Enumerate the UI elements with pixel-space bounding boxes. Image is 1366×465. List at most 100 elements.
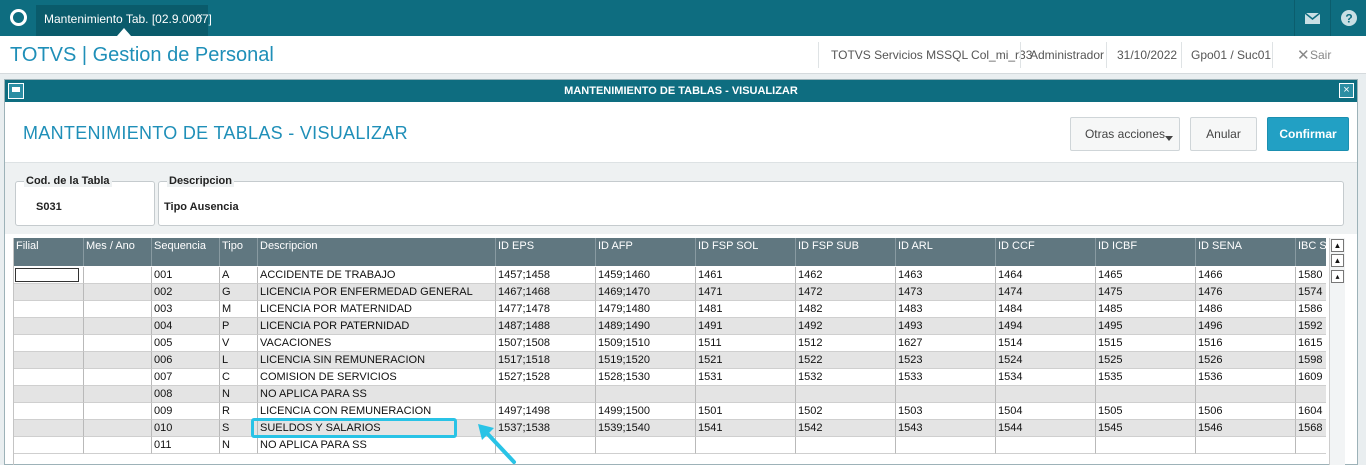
- table-row[interactable]: 011 N NO APLICA PARA SS: [14, 437, 1326, 454]
- cell-id-sena[interactable]: 1476: [1196, 284, 1296, 301]
- cell-mes-ano[interactable]: [84, 420, 152, 437]
- cell-id-icbf[interactable]: 1505: [1096, 403, 1196, 420]
- cell-id-arl[interactable]: 1483: [896, 301, 996, 318]
- cell-filial[interactable]: [14, 335, 84, 352]
- cell-id-ccf[interactable]: 1484: [996, 301, 1096, 318]
- cell-id-fsp-sub[interactable]: [796, 437, 896, 454]
- column-header-descripcion[interactable]: Descripcion: [258, 238, 496, 266]
- cell-id-icbf[interactable]: [1096, 437, 1196, 454]
- cell-tipo[interactable]: P: [220, 318, 258, 335]
- column-header-id-icbf[interactable]: ID ICBF: [1096, 238, 1196, 266]
- cell-descripcion[interactable]: NO APLICA PARA SS: [258, 437, 496, 454]
- cell-id-arl[interactable]: 1493: [896, 318, 996, 335]
- cell-filial[interactable]: [14, 420, 84, 437]
- cell-id-ccf[interactable]: 1474: [996, 284, 1096, 301]
- cell-id-afp[interactable]: 1499;1500: [596, 403, 696, 420]
- cell-id-sena[interactable]: [1196, 386, 1296, 403]
- column-header-tipo[interactable]: Tipo: [220, 238, 258, 266]
- cell-id-fsp-sol[interactable]: 1471: [696, 284, 796, 301]
- cell-id-afp[interactable]: [596, 437, 696, 454]
- cell-id-fsp-sub[interactable]: 1532: [796, 369, 896, 386]
- cell-id-eps[interactable]: 1527;1528: [496, 369, 596, 386]
- cell-filial[interactable]: [14, 301, 84, 318]
- cell-ibc-sena[interactable]: 1615: [1296, 335, 1326, 352]
- window-close-icon[interactable]: ×: [1339, 83, 1354, 98]
- column-header-id-sena[interactable]: ID SENA: [1196, 238, 1296, 266]
- table-row[interactable]: 008 N NO APLICA PARA SS: [14, 386, 1326, 403]
- cell-id-icbf[interactable]: 1535: [1096, 369, 1196, 386]
- cell-id-arl[interactable]: [896, 437, 996, 454]
- cell-id-icbf[interactable]: 1545: [1096, 420, 1196, 437]
- cell-ibc-sena[interactable]: 1609: [1296, 369, 1326, 386]
- cell-ibc-sena[interactable]: 1598: [1296, 352, 1326, 369]
- cell-tipo[interactable]: G: [220, 284, 258, 301]
- anular-button[interactable]: Anular: [1190, 117, 1257, 151]
- cell-descripcion[interactable]: LICENCIA SIN REMUNERACION: [258, 352, 496, 369]
- cell-id-ccf[interactable]: 1544: [996, 420, 1096, 437]
- cell-id-fsp-sol[interactable]: 1481: [696, 301, 796, 318]
- table-row[interactable]: 002 G LICENCIA POR ENFERMEDAD GENERAL 1467;…: [14, 284, 1326, 301]
- cell-id-arl[interactable]: [896, 386, 996, 403]
- column-header-id-fsp-sub[interactable]: ID FSP SUB: [796, 238, 896, 266]
- cell-sequencia[interactable]: 006: [152, 352, 220, 369]
- cell-id-sena[interactable]: 1536: [1196, 369, 1296, 386]
- totvs-logo-icon[interactable]: [10, 9, 27, 26]
- column-header-id-eps[interactable]: ID EPS: [496, 238, 596, 266]
- cell-id-sena[interactable]: 1506: [1196, 403, 1296, 420]
- scroll-page-up-icon[interactable]: ▲: [1331, 254, 1344, 267]
- cell-mes-ano[interactable]: [84, 301, 152, 318]
- cell-id-sena[interactable]: [1196, 437, 1296, 454]
- cell-id-ccf[interactable]: 1494: [996, 318, 1096, 335]
- cell-id-fsp-sol[interactable]: 1491: [696, 318, 796, 335]
- cell-mes-ano[interactable]: [84, 386, 152, 403]
- cell-id-afp[interactable]: 1539;1540: [596, 420, 696, 437]
- cell-id-fsp-sol[interactable]: 1541: [696, 420, 796, 437]
- cell-sequencia[interactable]: 010: [152, 420, 220, 437]
- cell-mes-ano[interactable]: [84, 267, 152, 284]
- cell-sequencia[interactable]: 004: [152, 318, 220, 335]
- cell-ibc-sena[interactable]: 1568: [1296, 420, 1326, 437]
- cell-sequencia[interactable]: 005: [152, 335, 220, 352]
- scroll-top-icon[interactable]: ▲: [1331, 239, 1344, 252]
- tab-close-icon[interactable]: ×: [197, 11, 203, 23]
- cell-id-icbf[interactable]: [1096, 386, 1196, 403]
- window-icon[interactable]: [8, 83, 24, 99]
- cell-ibc-sena[interactable]: [1296, 437, 1326, 454]
- cell-id-ccf[interactable]: [996, 437, 1096, 454]
- cell-id-icbf[interactable]: 1475: [1096, 284, 1196, 301]
- cell-sequencia[interactable]: 003: [152, 301, 220, 318]
- grid-scrollbar[interactable]: ▲ ▲ ▴: [1329, 238, 1345, 465]
- cell-id-eps[interactable]: 1477;1478: [496, 301, 596, 318]
- cell-id-eps[interactable]: [496, 386, 596, 403]
- cell-tipo[interactable]: V: [220, 335, 258, 352]
- cod-tabla-field[interactable]: Cod. de la Tabla S031: [15, 175, 155, 226]
- cell-id-afp[interactable]: 1509;1510: [596, 335, 696, 352]
- cell-ibc-sena[interactable]: 1574: [1296, 284, 1326, 301]
- cell-sequencia[interactable]: 011: [152, 437, 220, 454]
- cell-id-icbf[interactable]: 1485: [1096, 301, 1196, 318]
- cell-descripcion[interactable]: LICENCIA POR MATERNIDAD: [258, 301, 496, 318]
- column-header-ibc-sena[interactable]: IBC SEN: [1296, 238, 1326, 266]
- cell-id-ccf[interactable]: 1464: [996, 267, 1096, 284]
- cell-mes-ano[interactable]: [84, 335, 152, 352]
- cell-tipo[interactable]: C: [220, 369, 258, 386]
- cell-id-eps[interactable]: 1507;1508: [496, 335, 596, 352]
- cell-tipo[interactable]: M: [220, 301, 258, 318]
- cell-descripcion[interactable]: VACACIONES: [258, 335, 496, 352]
- cell-mes-ano[interactable]: [84, 352, 152, 369]
- cell-id-fsp-sol[interactable]: [696, 386, 796, 403]
- cell-sequencia[interactable]: 007: [152, 369, 220, 386]
- cell-id-afp[interactable]: 1479;1480: [596, 301, 696, 318]
- cell-sequencia[interactable]: 002: [152, 284, 220, 301]
- cell-id-fsp-sub[interactable]: 1542: [796, 420, 896, 437]
- column-header-id-arl[interactable]: ID ARL: [896, 238, 996, 266]
- help-icon[interactable]: ?: [1330, 0, 1366, 36]
- cell-ibc-sena[interactable]: 1580: [1296, 267, 1326, 284]
- cell-id-fsp-sol[interactable]: 1501: [696, 403, 796, 420]
- column-header-id-ccf[interactable]: ID CCF: [996, 238, 1096, 266]
- cell-filial[interactable]: [14, 352, 84, 369]
- cell-tipo[interactable]: A: [220, 267, 258, 284]
- cell-id-eps[interactable]: 1487;1488: [496, 318, 596, 335]
- cell-ibc-sena[interactable]: [1296, 386, 1326, 403]
- cell-id-fsp-sub[interactable]: 1462: [796, 267, 896, 284]
